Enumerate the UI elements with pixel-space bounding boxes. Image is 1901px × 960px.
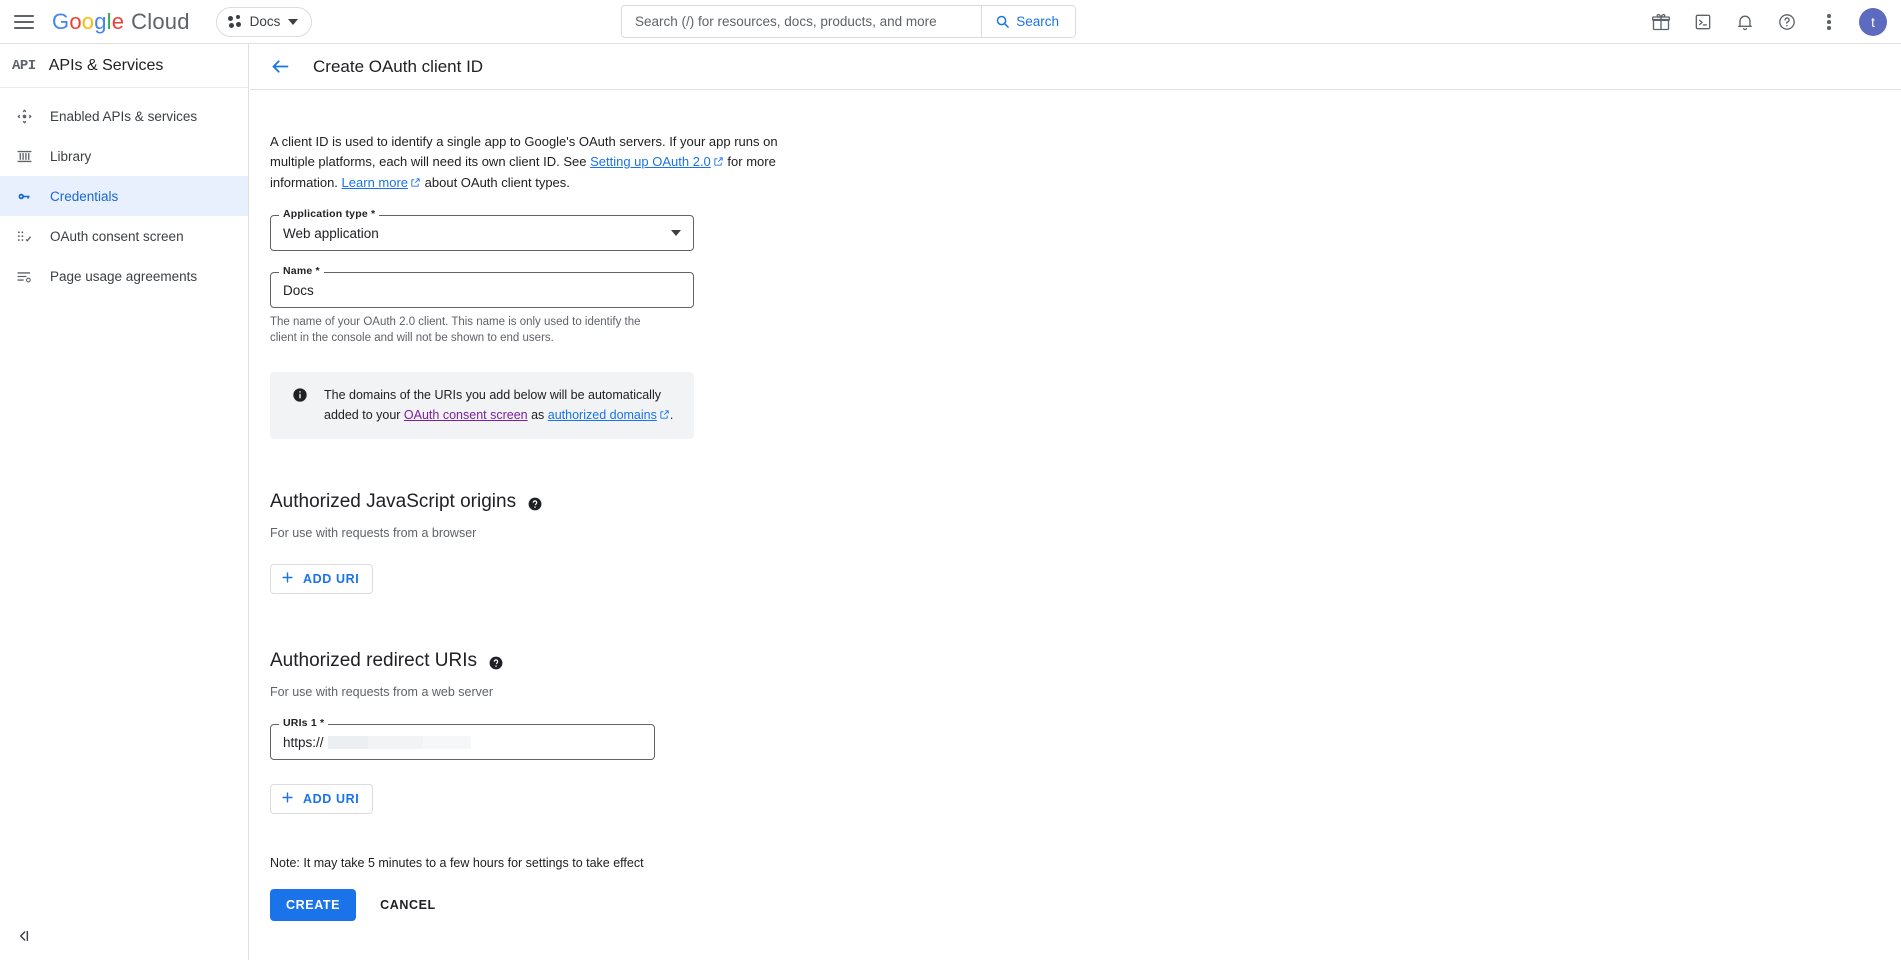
info-icon [292,387,308,403]
domains-info-text: The domains of the URIs you add below wi… [324,385,680,426]
chevron-down-icon [288,18,299,25]
plus-icon [280,570,295,588]
more-vert-icon[interactable] [1813,6,1845,38]
info-text-part-2: as [527,408,548,422]
form-actions: CREATE CANCEL [270,889,1901,921]
sidebar-item-library[interactable]: Library [0,136,248,176]
more-vert-dots [1827,14,1831,30]
cloud-wordmark: Cloud [131,8,190,34]
external-link-icon [410,174,421,194]
cancel-button[interactable]: CANCEL [370,889,446,921]
client-name-value: Docs [283,282,314,298]
collapse-panel-icon[interactable] [16,928,32,944]
plus-icon [280,790,295,808]
sidebar-header: API APIs & Services [0,44,248,88]
key-icon [14,186,34,206]
js-origins-subtitle: For use with requests from a browser [270,526,477,540]
agreements-icon [14,266,34,286]
back-arrow-icon[interactable] [270,56,291,77]
cloud-shell-icon[interactable] [1687,6,1719,38]
page-header: Create OAuth client ID [250,44,1901,90]
redacted-uri-host [327,735,471,749]
redirect-uri-1-label: URIs 1 * [279,717,329,729]
external-link-icon [713,153,724,173]
project-name-label: Docs [249,14,281,29]
add-js-origin-uri-label: ADD URI [303,572,360,586]
gift-icon[interactable] [1645,6,1677,38]
application-type-value: Web application [283,225,379,241]
sidebar-title: APIs & Services [48,56,164,74]
application-type-field[interactable]: Application type * Web application [270,208,694,251]
google-cloud-logo[interactable]: Google Cloud [52,9,190,35]
form-description: A client ID is used to identify a single… [270,132,780,194]
dashboard-icon [14,106,34,126]
sidebar-item-label: OAuth consent screen [50,228,184,244]
redirect-uri-1-field[interactable]: URIs 1 * https:// [270,717,655,760]
oauth-consent-screen-link[interactable]: OAuth consent screen [404,408,528,422]
global-search: Search [621,5,1076,38]
redirect-uri-1-value: https:// [283,734,324,750]
sidebar-item-label: Page usage agreements [50,268,198,284]
js-origins-title-text: Authorized JavaScript origins [270,491,517,512]
redirect-uri-1-input[interactable]: https:// [270,724,655,760]
learn-more-link[interactable]: Learn more [342,175,408,190]
consent-screen-icon [14,226,34,246]
sidebar-item-oauth-consent-screen[interactable]: OAuth consent screen [0,216,248,256]
sidebar-item-enabled-apis[interactable]: Enabled APIs & services [0,96,248,136]
chevron-down-icon [671,230,681,236]
sidebar: API APIs & Services Enabled APIs & servi… [0,44,249,960]
info-text-part-3: . [669,408,674,422]
add-redirect-uri-button[interactable]: ADD URI [270,784,374,814]
main-content: Create OAuth client ID A client ID is us… [250,44,1901,960]
external-link-icon [659,406,670,426]
client-name-field[interactable]: Name * Docs [270,265,694,308]
project-selector-chip[interactable]: Docs [215,6,312,37]
sidebar-item-credentials[interactable]: Credentials [0,176,248,216]
client-name-hint: The name of your OAuth 2.0 client. This … [270,316,641,344]
application-type-select[interactable]: Web application [270,215,694,251]
add-js-origin-uri-button[interactable]: ADD URI [270,564,374,594]
help-circle-icon[interactable] [528,495,542,511]
api-product-logo: API [12,57,36,74]
project-dots-icon [227,14,242,29]
authorized-domains-link[interactable]: authorized domains [548,408,657,422]
add-redirect-uri-label: ADD URI [303,792,360,806]
sidebar-item-page-usage-agreements[interactable]: Page usage agreements [0,256,248,296]
settings-delay-note: Note: It may take 5 minutes to a few hou… [270,856,644,870]
application-type-label: Application type * [279,208,380,220]
notifications-bell-icon[interactable] [1729,6,1761,38]
help-icon[interactable] [1771,6,1803,38]
oauth-client-form: A client ID is used to identify a single… [250,90,1901,921]
search-input[interactable] [622,6,982,37]
help-circle-icon[interactable] [489,654,503,670]
domains-info-banner: The domains of the URIs you add below wi… [270,372,694,439]
sidebar-item-label: Enabled APIs & services [50,108,198,124]
library-icon [14,146,34,166]
client-name-input[interactable]: Docs [270,272,694,308]
client-name-label: Name * [279,265,324,277]
hamburger-icon[interactable] [14,10,38,34]
redirect-uris-section-title: Authorized redirect URIs [270,650,1901,672]
redirect-uris-subtitle: For use with requests from a web server [270,685,493,699]
description-part-3: about OAuth client types. [421,175,570,190]
google-wordmark: Google [52,8,125,34]
sidebar-nav-list: Enabled APIs & services Library Credenti… [0,88,248,296]
top-app-bar: Google Cloud Docs Search (/) for resourc… [0,0,1901,44]
avatar[interactable]: t [1859,8,1887,36]
sidebar-item-label: Library [50,148,92,164]
sidebar-item-label: Credentials [50,188,119,204]
search-button[interactable]: Search [981,6,1075,37]
search-button-label: Search [1016,14,1059,29]
page-title: Create OAuth client ID [313,56,484,76]
search-icon [996,15,1010,28]
setting-up-oauth-link[interactable]: Setting up OAuth 2.0 [590,154,711,169]
top-bar-actions: t [1645,0,1887,44]
js-origins-section-title: Authorized JavaScript origins [270,491,1901,513]
redirect-uris-title-text: Authorized redirect URIs [270,650,477,671]
create-button[interactable]: CREATE [270,889,357,921]
